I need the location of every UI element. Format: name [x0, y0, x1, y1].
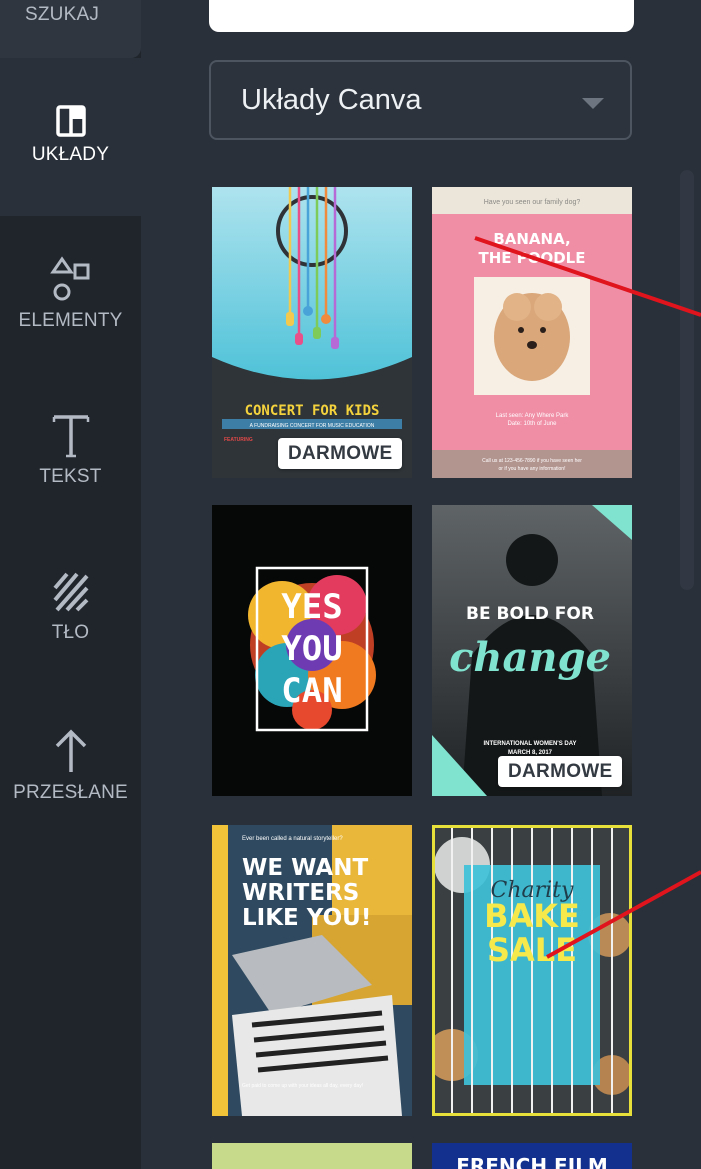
can-line: CAN	[281, 671, 342, 711]
layout-tile-be-bold-for-change[interactable]: BE BOLD FOR change INTERNATIONAL WOMEN'S…	[432, 505, 632, 796]
search-input[interactable]	[209, 0, 634, 32]
nav-search-label: SZUKAJ	[24, 4, 100, 25]
nav-background-label: TŁO	[51, 622, 90, 643]
concert-subtitle: A FUNDRAISING CONCERT FOR MUSIC EDUCATIO…	[250, 423, 375, 429]
panel-scrollbar[interactable]	[680, 170, 694, 590]
svg-text:or if you have any information: or if you have any information!	[499, 466, 566, 472]
french-film-art: FRENCH FILM	[456, 1154, 608, 1169]
svg-text:Date: 10th of June: Date: 10th of June	[507, 421, 557, 427]
be-bold-art: BE BOLD FOR change INTERNATIONAL WOMEN'S…	[432, 505, 632, 796]
writers-header: Ever been called a natural storyteller?	[242, 836, 343, 842]
nav-text-label: TEKST	[39, 466, 102, 487]
poodle-title-line2: THE POODLE	[478, 249, 585, 267]
writers-line1: WE WANT	[242, 855, 368, 881]
change-line: change	[449, 634, 611, 681]
upload-arrow-icon	[55, 729, 86, 772]
search-placeholder-fragment	[319, 2, 599, 16]
be-bold-line: BE BOLD FOR	[466, 604, 594, 624]
yes-line: YES	[281, 587, 342, 627]
writers-line3: LIKE YOU!	[242, 905, 371, 931]
nav-search[interactable]: SZUKAJ	[0, 0, 141, 58]
layout-tile-concert-for-kids[interactable]: CONCERT FOR KIDS A FUNDRAISING CONCERT F…	[212, 187, 412, 478]
bake-line: BAKE	[484, 897, 580, 935]
poodle-poster-art: Have you seen our family dog? BANANA, TH…	[432, 187, 632, 478]
nav-uploads-label: PRZESŁANE	[13, 782, 128, 803]
layout-tile-french-film[interactable]: FRENCH FILM	[432, 1143, 632, 1169]
french-film-title: FRENCH FILM	[456, 1154, 608, 1169]
layout-tile-we-want-writers[interactable]: Ever been called a natural storyteller? …	[212, 825, 412, 1116]
free-badge: DARMOWE	[498, 756, 623, 787]
free-badge: DARMOWE	[278, 438, 403, 469]
yes-you-can-art: YES YOU CAN	[248, 566, 376, 732]
bake-sale-art: Charity BAKE SALE	[432, 825, 632, 1116]
nav-elements-label: ELEMENTY	[18, 310, 123, 331]
iwd-line: INTERNATIONAL WOMEN'S DAY	[484, 741, 577, 747]
layout-tile-row4-left[interactable]	[212, 1143, 412, 1169]
layout-tile-banana-the-poodle[interactable]: Have you seen our family dog? BANANA, TH…	[432, 187, 632, 478]
concert-title: CONCERT FOR KIDS	[245, 403, 380, 419]
poodle-header: Have you seen our family dog?	[484, 199, 581, 206]
nav-layouts[interactable]: UKŁADY	[0, 104, 141, 166]
nav-text[interactable]: TEKST	[0, 412, 141, 488]
chevron-down-icon	[582, 98, 604, 109]
poodle-title-line1: BANANA,	[493, 230, 570, 248]
side-navigation: SZUKAJ UKŁADY ELEMENTY TEKST TŁO PRZESŁA…	[0, 0, 141, 1169]
sale-line: SALE	[487, 931, 577, 969]
nav-uploads[interactable]: PRZESŁANE	[0, 726, 141, 804]
text-icon	[52, 415, 89, 458]
nav-background[interactable]: TŁO	[0, 570, 141, 644]
svg-text:Last seen: Any Where Park: Last seen: Any Where Park	[496, 413, 570, 419]
nav-elements[interactable]: ELEMENTY	[0, 256, 141, 332]
writers-line2: WRITERS	[242, 880, 359, 906]
writers-poster-art: Ever been called a natural storyteller? …	[212, 825, 412, 1116]
concert-featuring: FEATURING	[224, 437, 253, 443]
layout-tile-charity-bake-sale[interactable]: Charity BAKE SALE	[432, 825, 632, 1116]
dropdown-value: Układy Canva	[241, 84, 422, 116]
you-line: YOU	[281, 629, 342, 669]
layout-icon	[55, 105, 86, 137]
shapes-icon	[49, 256, 89, 301]
background-pattern-icon	[52, 572, 88, 612]
layout-source-dropdown[interactable]: Układy Canva	[209, 60, 632, 140]
nav-layouts-label: UKŁADY	[31, 144, 110, 165]
layout-tile-yes-you-can[interactable]: YES YOU CAN	[212, 505, 412, 796]
writers-footer: Get paid to come up with your ideas all …	[242, 1083, 363, 1089]
svg-text:Call us at 123-456-7890 if you: Call us at 123-456-7890 if you have seen…	[482, 458, 582, 464]
concert-poster-art: CONCERT FOR KIDS A FUNDRAISING CONCERT F…	[212, 187, 412, 443]
